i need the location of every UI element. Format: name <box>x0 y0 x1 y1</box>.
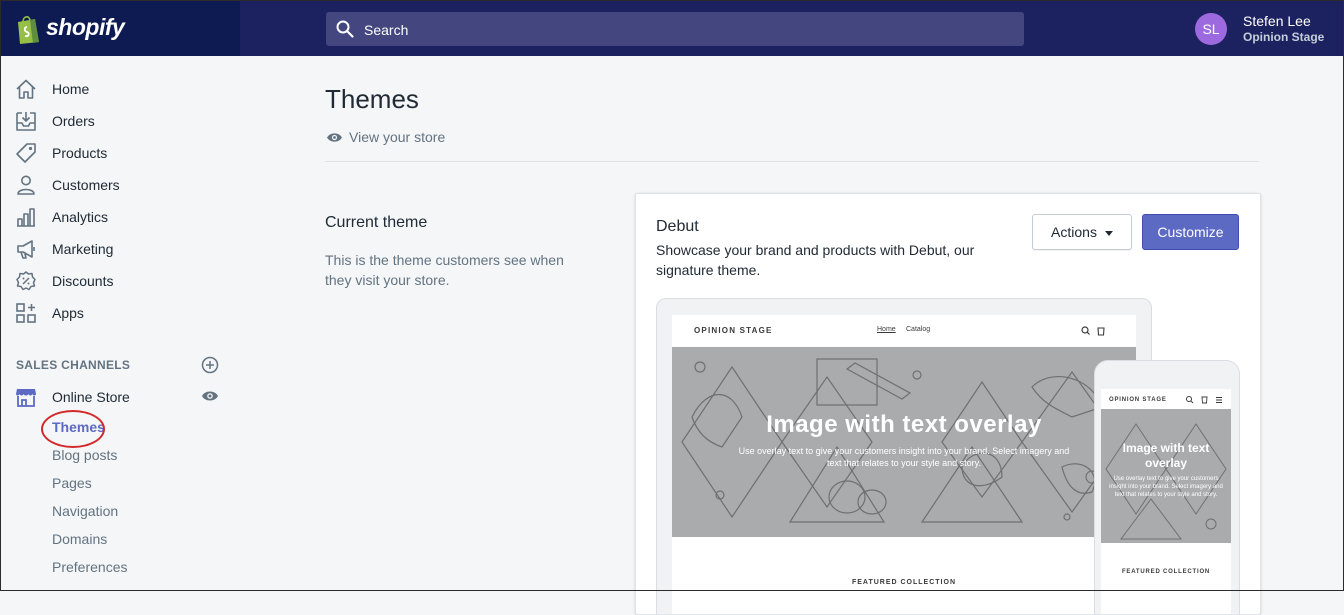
mobile-preview[interactable]: OPINION STAGE Image with text overlay Us… <box>1094 360 1240 614</box>
divider <box>325 161 1259 162</box>
sidebar-subitem-pages[interactable]: Pages <box>52 475 92 491</box>
logo-area[interactable]: shopify <box>0 0 240 56</box>
preview-nav-home: Home <box>877 326 896 333</box>
sidebar-item-home[interactable]: Home <box>0 73 240 105</box>
preview-hero-illustration <box>681 358 1123 523</box>
sidebar-item-label: Home <box>52 81 90 97</box>
search-bar[interactable] <box>326 12 1024 48</box>
preview-featured-title: FEATURED COLLECTION <box>851 579 957 586</box>
view-store-link[interactable]: View your store <box>326 129 445 145</box>
top-bar: SL Stefen Lee Opinion Stage <box>240 0 1344 56</box>
discount-icon <box>16 271 36 291</box>
mobile-preview-hero: Image with text overlay Use overlay text… <box>1101 409 1231 543</box>
mobile-featured-title: FEATURED COLLECTION <box>1121 569 1211 575</box>
preview-hero: Image with text overlay Use overlay text… <box>672 347 1136 537</box>
search-input[interactable] <box>362 12 1006 48</box>
brand-name: shopify <box>46 14 125 40</box>
theme-card: Debut Showcase your brand and products w… <box>635 193 1261 615</box>
customize-button[interactable]: Customize <box>1142 214 1239 250</box>
preview-hero-title: Image with text overlay <box>766 411 1042 438</box>
sidebar-subitem-blog-posts[interactable]: Blog posts <box>52 447 117 463</box>
orders-icon <box>16 112 36 131</box>
megaphone-icon <box>17 240 35 259</box>
page-title: Themes <box>325 84 419 114</box>
theme-name: Debut <box>656 218 699 235</box>
sidebar-item-label: Orders <box>52 113 95 129</box>
tag-icon <box>16 143 36 163</box>
sidebar-subitem-themes[interactable]: Themes <box>52 419 105 435</box>
desktop-preview-screen: OPINION STAGE Home Catalog Image with te… <box>672 315 1136 614</box>
sidebar-subitem-navigation[interactable]: Navigation <box>52 503 118 519</box>
sidebar-item-label: Customers <box>52 177 120 193</box>
user-store-name[interactable]: Opinion Stage <box>1243 30 1324 44</box>
preview-search-cart-menu-icons <box>1186 396 1222 404</box>
sidebar-item-label: Apps <box>52 305 84 321</box>
sidebar-item-analytics[interactable]: Analytics <box>0 201 240 233</box>
sidebar-item-label: Online Store <box>52 389 130 405</box>
current-theme-title: Current theme <box>325 214 428 231</box>
sidebar-item-apps[interactable]: Apps <box>0 297 240 329</box>
sidebar-item-discounts[interactable]: Discounts <box>0 265 240 297</box>
eye-icon[interactable] <box>201 389 219 403</box>
bar-chart-icon <box>17 208 35 227</box>
sidebar-subitem-preferences[interactable]: Preferences <box>52 559 127 575</box>
actions-button[interactable]: Actions <box>1032 214 1132 250</box>
sidebar-item-marketing[interactable]: Marketing <box>0 233 240 265</box>
avatar[interactable]: SL <box>1195 13 1227 45</box>
home-icon <box>16 79 36 99</box>
preview-nav-catalog: Catalog <box>906 326 931 333</box>
sidebar-item-label: Marketing <box>52 241 114 257</box>
view-store-label: View your store <box>349 129 446 145</box>
person-icon <box>17 175 35 195</box>
add-circle-icon[interactable] <box>201 356 219 374</box>
preview-store-name: OPINION STAGE <box>694 326 773 335</box>
apps-icon <box>16 303 36 323</box>
theme-description: Showcase your brand and products with De… <box>656 242 975 278</box>
desktop-preview[interactable]: OPINION STAGE Home Catalog Image with te… <box>656 298 1152 614</box>
sidebar-item-label: Discounts <box>52 273 114 289</box>
actions-label: Actions <box>1051 224 1097 240</box>
sales-channels-title: SALES CHANNELS <box>16 358 131 372</box>
sidebar-item-label: Products <box>52 145 108 161</box>
sidebar-item-label: Analytics <box>52 209 109 225</box>
current-theme-description: This is the theme customers see when the… <box>325 252 564 288</box>
mobile-preview-screen: OPINION STAGE Image with text overlay Us… <box>1101 389 1231 614</box>
sidebar-item-orders[interactable]: Orders <box>0 105 240 137</box>
store-icon <box>16 389 36 407</box>
sidebar-subitem-domains[interactable]: Domains <box>52 531 107 547</box>
shopify-bag-icon <box>18 16 39 44</box>
mobile-hero-subtitle: Use overlay text to give your customers … <box>1109 476 1223 498</box>
sidebar: Home Orders Products Customers Analytics… <box>0 56 240 591</box>
search-icon <box>336 20 354 38</box>
sidebar-item-products[interactable]: Products <box>0 137 240 169</box>
user-name[interactable]: Stefen Lee <box>1243 13 1311 29</box>
sidebar-item-customers[interactable]: Customers <box>0 169 240 201</box>
caret-down-icon <box>1104 230 1113 236</box>
preview-search-cart-icons <box>1081 326 1105 336</box>
mobile-hero-title: Image with text overlay <box>1122 441 1210 470</box>
eye-icon <box>327 132 342 142</box>
preview-store-name: OPINION STAGE <box>1109 397 1167 403</box>
preview-hero-subtitle: Use overlay text to give your customers … <box>738 446 1070 468</box>
